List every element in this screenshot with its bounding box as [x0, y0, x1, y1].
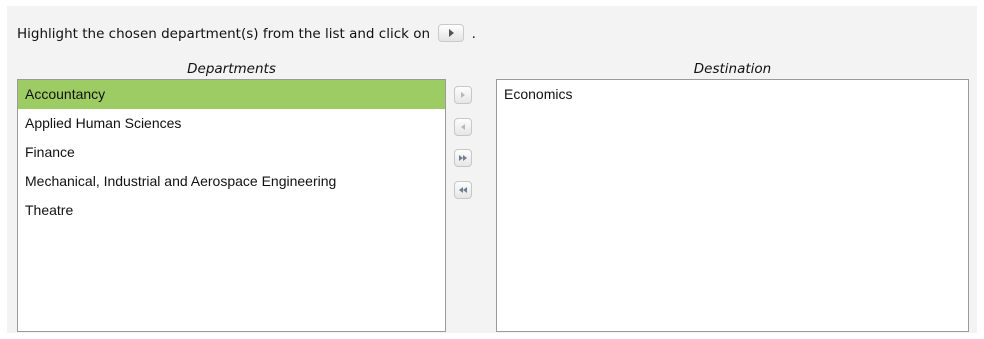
- list-item-finance[interactable]: Finance: [18, 138, 445, 167]
- move-selected-right-button[interactable]: [454, 86, 472, 104]
- move-selected-left-icon: [461, 124, 465, 130]
- instruction-period: .: [471, 26, 476, 42]
- move-selected-left-button[interactable]: [454, 118, 472, 136]
- move-all-right-button[interactable]: [454, 149, 472, 167]
- instruction-label: Highlight the chosen department(s) from …: [17, 26, 431, 42]
- list-item-applied-human-sciences[interactable]: Applied Human Sciences: [18, 109, 445, 138]
- list-item-accountancy[interactable]: Accountancy: [18, 80, 445, 109]
- departments-title: Departments: [187, 61, 276, 77]
- list-item-theatre[interactable]: Theatre: [18, 196, 445, 225]
- list-item-mechanical-industrial-aerospace-engineering[interactable]: Mechanical, Industrial and Aerospace Eng…: [18, 167, 445, 196]
- destination-title: Destination: [693, 61, 772, 77]
- destination-list[interactable]: Economics: [496, 79, 969, 332]
- instruction-text: Highlight the chosen department(s) from …: [17, 24, 476, 43]
- move-selected-right-icon: [461, 92, 465, 98]
- list-item-economics[interactable]: Economics: [497, 80, 968, 109]
- move-right-icon: [438, 24, 465, 42]
- departments-list[interactable]: Accountancy Applied Human Sciences Finan…: [17, 79, 446, 332]
- move-all-left-button[interactable]: [454, 181, 472, 199]
